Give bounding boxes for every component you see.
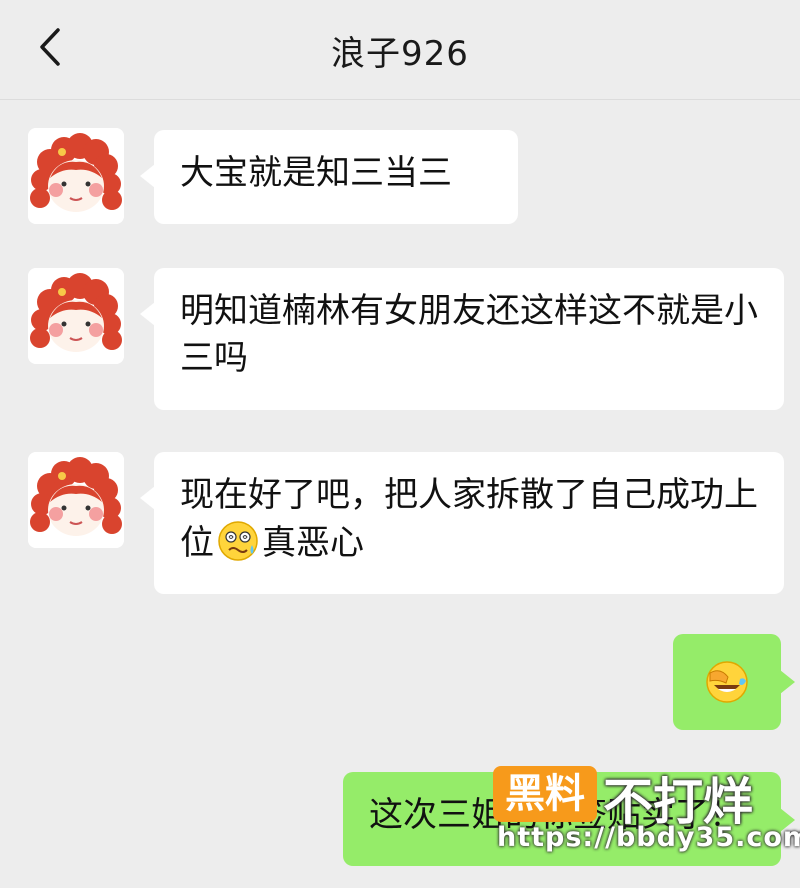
facepalm-laugh-emoji-icon bbox=[706, 661, 748, 703]
message-bubble[interactable]: 大宝就是知三当三 bbox=[140, 130, 518, 224]
avatar[interactable] bbox=[28, 268, 124, 364]
message-bubble[interactable] bbox=[673, 634, 795, 730]
avatar[interactable] bbox=[28, 452, 124, 548]
curly-hair-girl-avatar-icon bbox=[28, 452, 124, 548]
avatar[interactable] bbox=[28, 128, 124, 224]
message-bubble[interactable]: 这次三姐的标签贴实了！ bbox=[343, 772, 795, 866]
message-bubble[interactable]: 现在好了吧，把人家拆散了自己成功上位 真恶心 bbox=[140, 452, 784, 594]
dizzy-sweat-face-emoji-icon bbox=[218, 521, 258, 561]
curly-hair-girl-avatar-icon bbox=[28, 128, 124, 224]
chat-header: 浪子926 bbox=[0, 0, 800, 100]
message-bubble[interactable]: 明知道楠林有女朋友还这样这不就是小三吗 bbox=[140, 268, 784, 410]
message-text: 真恶心 bbox=[262, 523, 364, 563]
curly-hair-girl-avatar-icon bbox=[28, 268, 124, 364]
chat-title: 浪子926 bbox=[331, 34, 469, 74]
